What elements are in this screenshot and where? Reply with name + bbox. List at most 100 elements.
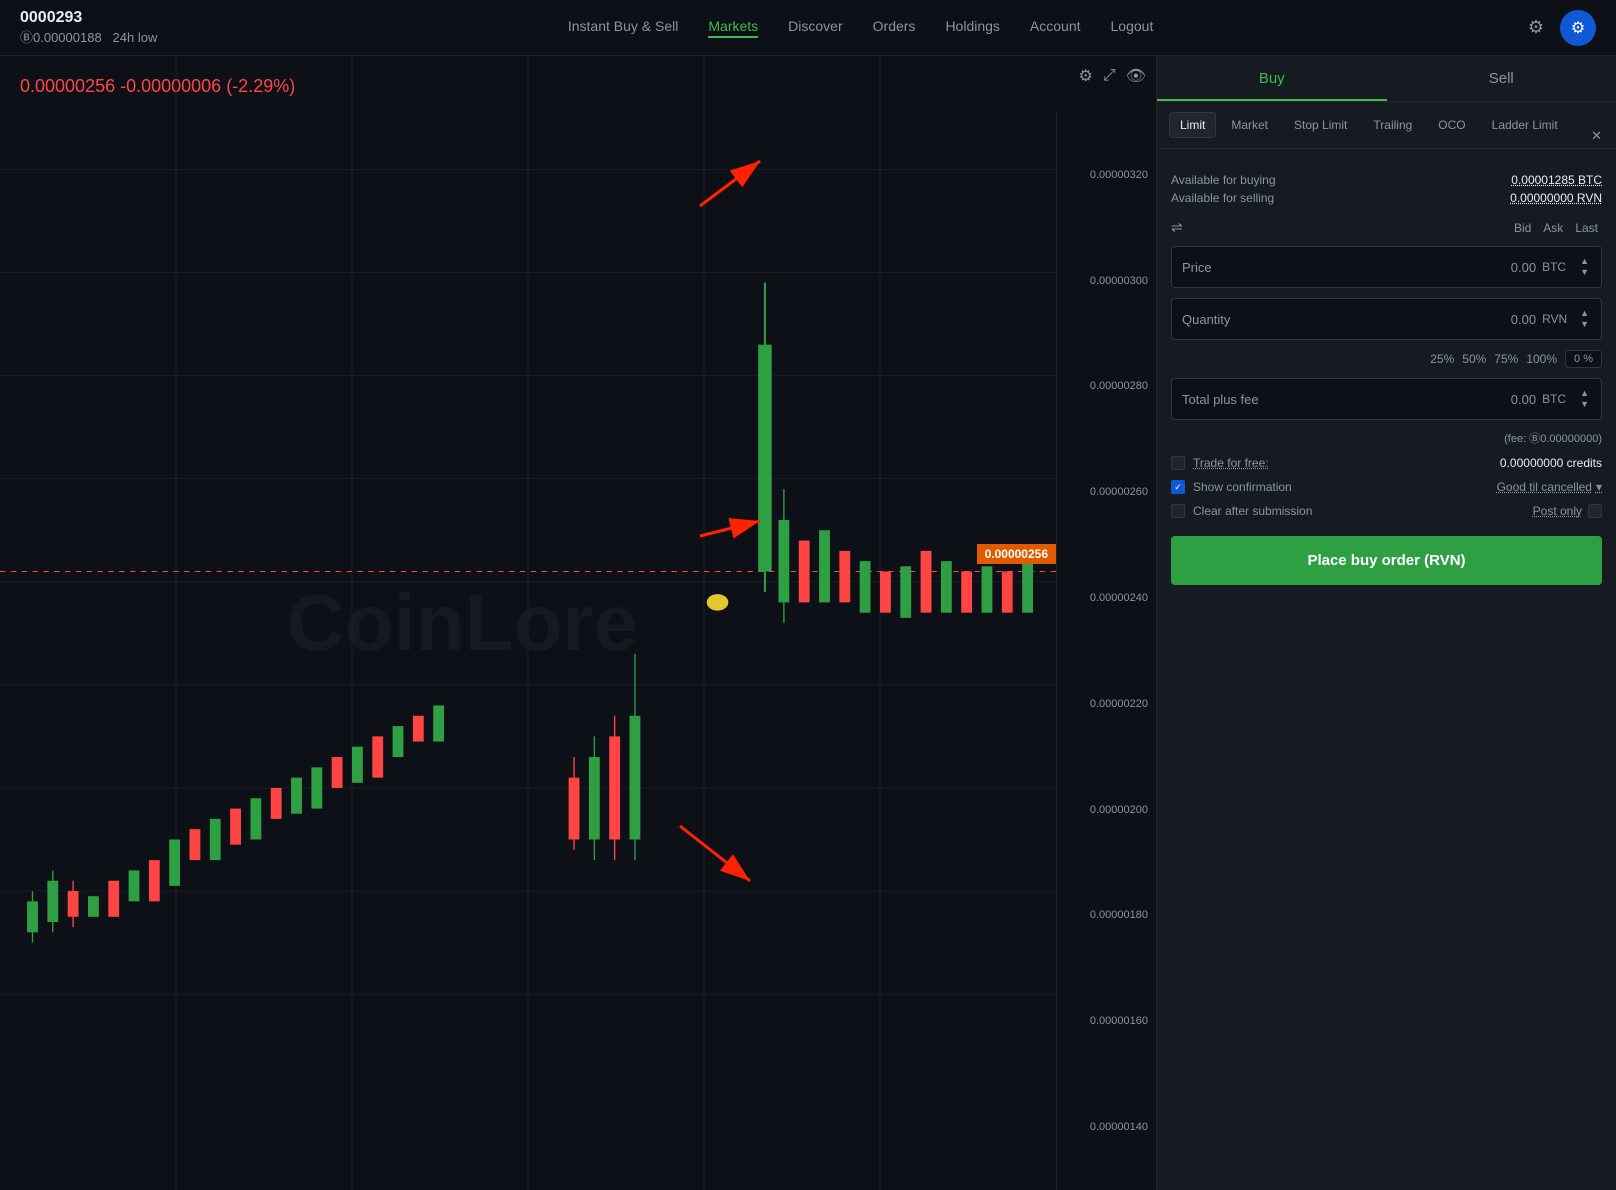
buy-sell-tabs: Buy Sell — [1157, 56, 1616, 102]
y-label-7: 0.00000200 — [1065, 804, 1148, 816]
nav-account[interactable]: Account — [1030, 18, 1081, 38]
y-label-1: 0.00000320 — [1065, 169, 1148, 181]
eye-icon[interactable]: 👁 — [1126, 66, 1146, 86]
available-section: Available for buying 0.00001285 BTC Avai… — [1171, 173, 1602, 205]
top-navigation: 0000293 Ⓑ0.00000188 24h low Instant Buy … — [0, 0, 1616, 56]
last-label: Last — [1575, 221, 1598, 235]
total-input-group: Total plus fee 0.00 BTC ▲ ▼ — [1171, 378, 1602, 420]
post-only-label: Post only — [1533, 504, 1582, 518]
current-price-badge: 0.00000256 — [977, 544, 1056, 564]
settings-icon[interactable]: ⚙ — [1524, 13, 1548, 42]
order-tab-oco[interactable]: OCO — [1427, 112, 1476, 138]
clear-after-row: Clear after submission — [1171, 504, 1383, 518]
trade-free-label[interactable]: Trade for free: — [1193, 456, 1269, 470]
nav-holdings[interactable]: Holdings — [945, 18, 999, 38]
y-axis: 0.00000320 0.00000300 0.00000280 0.00000… — [1056, 112, 1156, 1190]
available-selling-row: Available for selling 0.00000000 RVN — [1171, 191, 1602, 205]
good-til-section: Good til cancelled ▾ — [1391, 480, 1603, 494]
buy-tab[interactable]: Buy — [1157, 56, 1387, 101]
order-tab-stop-limit[interactable]: Stop Limit — [1283, 112, 1358, 138]
nav-links: Instant Buy & Sell Markets Discover Orde… — [197, 18, 1524, 38]
quantity-currency: RVN — [1542, 312, 1572, 326]
quantity-label: Quantity — [1182, 312, 1282, 327]
price-label: Price — [1182, 260, 1282, 275]
order-tab-limit[interactable]: Limit — [1169, 112, 1216, 138]
clear-icon[interactable]: ✕ — [1591, 128, 1602, 144]
fullscreen-icon[interactable]: ⤢ — [1103, 67, 1116, 85]
nav-markets[interactable]: Markets — [708, 18, 758, 38]
total-value[interactable]: 0.00 — [1282, 392, 1536, 407]
bid-label: Bid — [1514, 221, 1531, 235]
pct-25-btn[interactable]: 25% — [1430, 352, 1454, 366]
price-input-group: Price 0.00 BTC ▲ ▼ — [1171, 246, 1602, 288]
panel-body: ✕ Available for buying 0.00001285 BTC Av… — [1157, 149, 1616, 1190]
total-label: Total plus fee — [1182, 392, 1282, 407]
order-tab-market[interactable]: Market — [1220, 112, 1279, 138]
filter-icon[interactable]: ⇌ — [1171, 219, 1183, 236]
nav-logout[interactable]: Logout — [1111, 18, 1154, 38]
pct-current-value: 0 % — [1565, 350, 1602, 368]
y-label-3: 0.00000280 — [1065, 380, 1148, 392]
price-up-spinner[interactable]: ▲ — [1578, 256, 1591, 267]
total-up-spinner[interactable]: ▲ — [1578, 388, 1591, 399]
price-badge-value: 0.00000256 — [985, 547, 1048, 561]
y-label-8: 0.00000180 — [1065, 909, 1148, 921]
trading-pair: 0000293 — [20, 9, 157, 27]
chart-toolbar: ⚙ ⤢ 👁 — [1079, 66, 1146, 86]
y-label-6: 0.00000220 — [1065, 698, 1148, 710]
y-label-10: 0.00000140 — [1065, 1121, 1148, 1133]
nav-icons: ⚙ ⚙ — [1524, 10, 1596, 46]
right-panel: Buy Sell Limit Market Stop Limit Trailin… — [1156, 56, 1616, 1190]
confirm-goodtil-row: ✓ Show confirmation Good til cancelled ▾ — [1171, 480, 1602, 494]
place-buy-order-button[interactable]: Place buy order (RVN) — [1171, 536, 1602, 585]
available-buying-value: 0.00001285 BTC — [1511, 173, 1602, 187]
main-layout: 0.00000256 -0.00000006 (-2.29%) ⚙ ⤢ 👁 Co… — [0, 56, 1616, 1190]
nav-instant-buy[interactable]: Instant Buy & Sell — [568, 18, 679, 38]
total-down-spinner[interactable]: ▼ — [1578, 399, 1591, 410]
total-spinners: ▲ ▼ — [1578, 388, 1591, 410]
credits-value: 0.00000000 credits — [1500, 456, 1602, 470]
post-only-checkbox[interactable] — [1588, 504, 1602, 518]
trade-free-checkbox[interactable] — [1171, 456, 1185, 470]
nav-discover[interactable]: Discover — [788, 18, 842, 38]
price-sublabel: 24h low — [113, 30, 158, 45]
y-label-2: 0.00000300 — [1065, 275, 1148, 287]
order-type-tabs: Limit Market Stop Limit Trailing OCO Lad… — [1157, 102, 1616, 149]
quantity-up-spinner[interactable]: ▲ — [1578, 308, 1591, 319]
percentage-row: 25% 50% 75% 100% 0 % — [1171, 350, 1602, 368]
price-info: Ⓑ0.00000188 24h low — [20, 27, 157, 46]
post-only-section: Post only — [1391, 504, 1603, 518]
show-confirm-label[interactable]: Show confirmation — [1193, 480, 1292, 494]
user-avatar[interactable]: ⚙ — [1560, 10, 1596, 46]
fee-line: (fee: Ⓑ0.00000000) — [1171, 430, 1602, 446]
chart-settings-icon[interactable]: ⚙ — [1079, 66, 1093, 86]
available-selling-label: Available for selling — [1171, 191, 1274, 205]
brand-info: 0000293 Ⓑ0.00000188 24h low — [20, 9, 157, 46]
ask-label: Ask — [1543, 221, 1563, 235]
available-selling-value: 0.00000000 RVN — [1510, 191, 1602, 205]
clear-after-checkbox[interactable] — [1171, 504, 1185, 518]
pct-50-btn[interactable]: 50% — [1462, 352, 1486, 366]
order-tab-ladder[interactable]: Ladder Limit — [1481, 112, 1569, 138]
clear-postonly-row: Clear after submission Post only — [1171, 504, 1602, 518]
clear-after-label[interactable]: Clear after submission — [1193, 504, 1312, 518]
pct-100-btn[interactable]: 100% — [1526, 352, 1557, 366]
quantity-value[interactable]: 0.00 — [1282, 312, 1536, 327]
show-confirm-checkbox[interactable]: ✓ — [1171, 480, 1185, 494]
pct-75-btn[interactable]: 75% — [1494, 352, 1518, 366]
quantity-input-group: Quantity 0.00 RVN ▲ ▼ — [1171, 298, 1602, 340]
good-til-dropdown[interactable]: Good til cancelled ▾ — [1497, 480, 1602, 494]
quantity-down-spinner[interactable]: ▼ — [1578, 319, 1591, 330]
bid-ask-row: ⇌ Bid Ask Last — [1171, 219, 1602, 236]
dropdown-arrow-icon: ▾ — [1596, 480, 1602, 494]
sell-tab[interactable]: Sell — [1387, 56, 1616, 101]
quantity-spinners: ▲ ▼ — [1578, 308, 1591, 330]
order-tab-trailing[interactable]: Trailing — [1362, 112, 1423, 138]
chart-area: 0.00000256 -0.00000006 (-2.29%) ⚙ ⤢ 👁 Co… — [0, 56, 1156, 1190]
price-down-spinner[interactable]: ▼ — [1578, 267, 1591, 278]
candlestick-chart — [0, 56, 1056, 1190]
y-label-5: 0.00000240 — [1065, 592, 1148, 604]
price-value[interactable]: 0.00 — [1282, 260, 1536, 275]
available-buying-row: Available for buying 0.00001285 BTC — [1171, 173, 1602, 187]
nav-orders[interactable]: Orders — [873, 18, 916, 38]
